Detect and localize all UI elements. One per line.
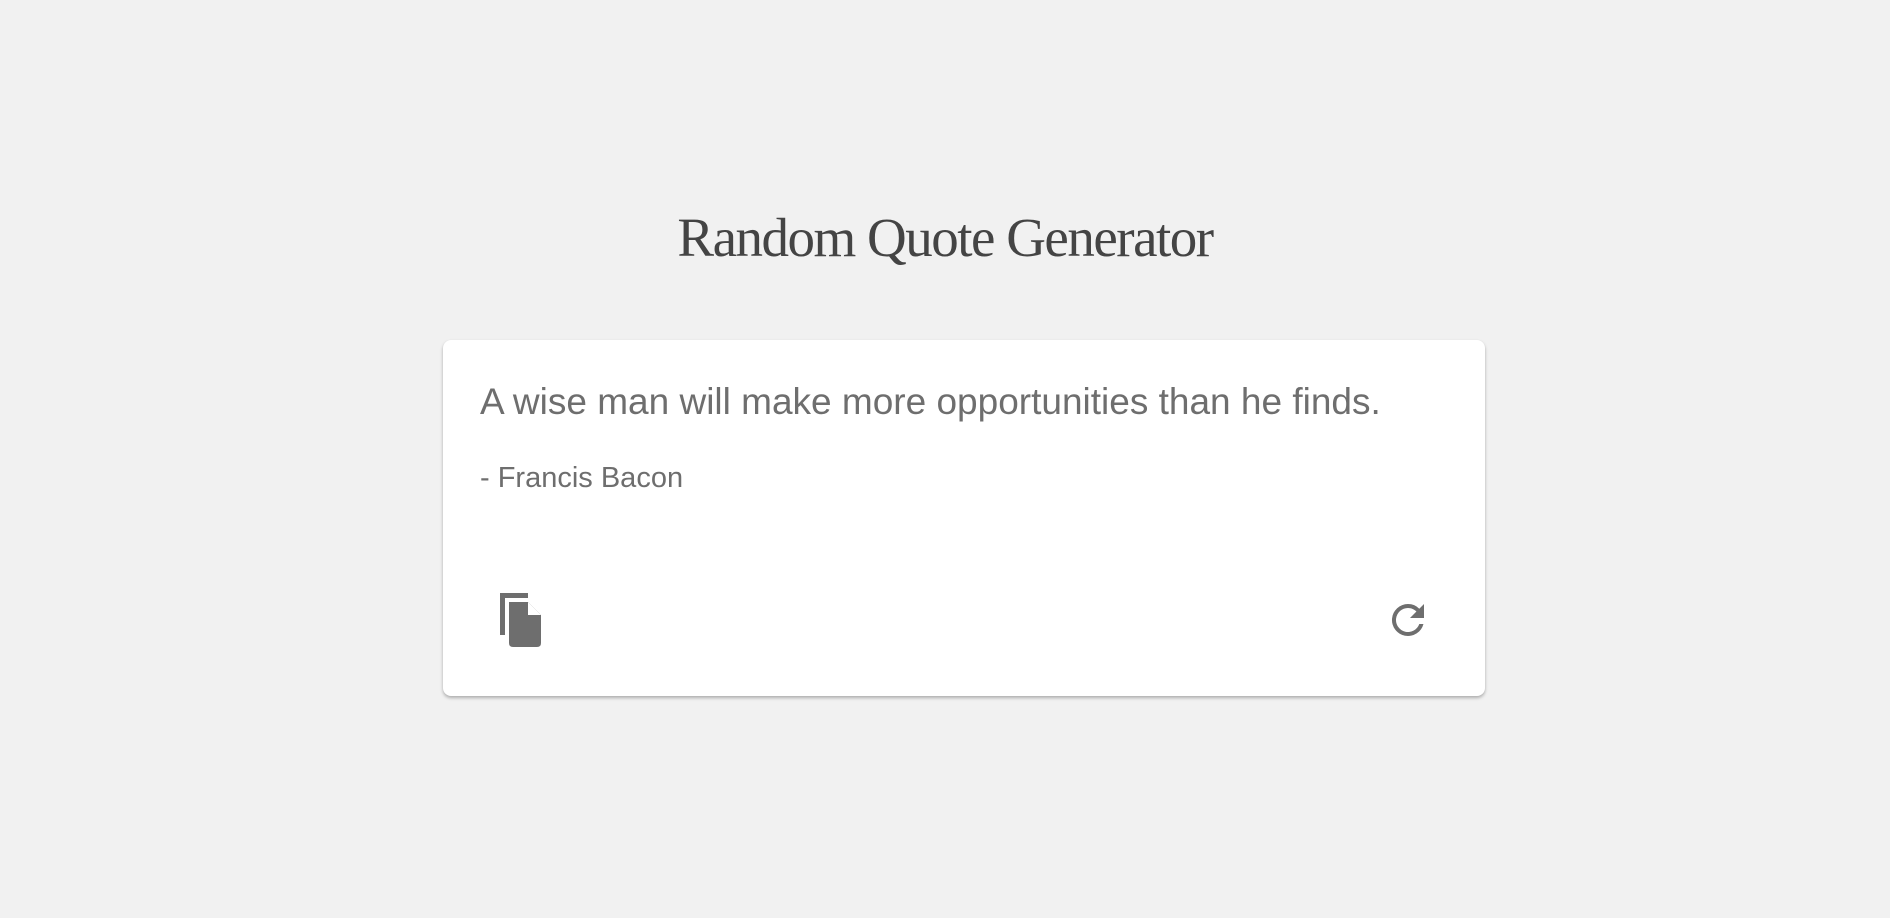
- quote-text: A wise man will make more opportunities …: [480, 381, 1381, 422]
- page-title: Random Quote Generator: [677, 207, 1214, 268]
- quote-author: - Francis Bacon: [480, 462, 684, 494]
- refresh-button[interactable]: [1376, 588, 1440, 652]
- copy-button[interactable]: [486, 588, 550, 652]
- refresh-icon: [1384, 596, 1432, 644]
- copy-icon: [491, 590, 545, 650]
- quote-card: A wise man will make more opportunities …: [443, 340, 1485, 696]
